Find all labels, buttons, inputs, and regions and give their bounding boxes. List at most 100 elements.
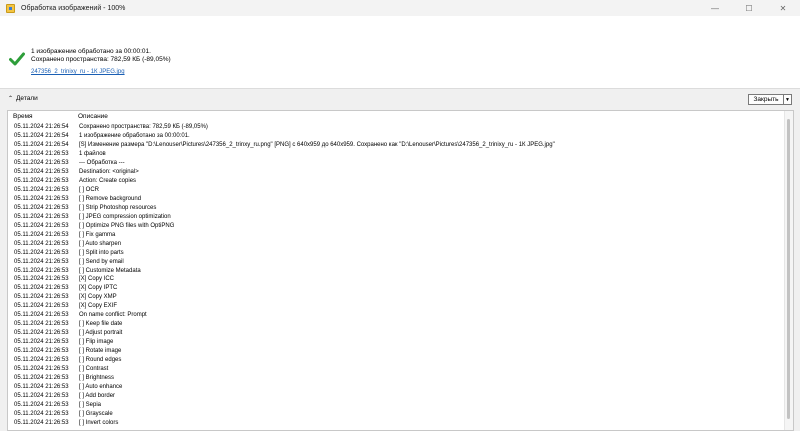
processed-count-text: 1 изображение обработано за 00:00:01.	[31, 48, 151, 55]
minimize-button[interactable]: —	[698, 0, 732, 16]
space-saved-text: Сохранено пространства: 782,59 КБ (-89,0…	[31, 56, 171, 63]
details-toggle-label: Детали	[16, 95, 38, 102]
window-title: Обработка изображений - 100%	[21, 4, 126, 12]
log-row[interactable]: 05.11.2024 21:26:53 [ ] Customize Metadat…	[8, 267, 786, 276]
log-time-cell: 05.11.2024 21:26:53	[14, 411, 69, 417]
log-description-cell: [ ] Invert colors	[79, 419, 119, 426]
log-row[interactable]: 05.11.2024 21:26:53 [ ] Contrast	[8, 365, 786, 374]
log-row[interactable]: 05.11.2024 21:26:53 Action: Create copies	[8, 177, 786, 186]
log-description-cell: [X] Copy IPTC	[79, 285, 118, 292]
log-row[interactable]: 05.11.2024 21:26:53 Destination: <origina…	[8, 168, 786, 177]
log-row[interactable]: 05.11.2024 21:26:54 1 изображение обработ…	[8, 132, 786, 141]
log-description-cell: [ ] Contrast	[79, 366, 109, 373]
vertical-scrollbar[interactable]	[784, 111, 793, 430]
log-description-cell: [ ] Auto enhance	[79, 384, 123, 391]
log-row[interactable]: 05.11.2024 21:26:53 [ ] Split into parts	[8, 249, 786, 258]
close-dropdown-button[interactable]: ▼	[783, 94, 792, 105]
log-description-cell: [ ] OCR	[79, 186, 100, 193]
log-row[interactable]: 05.11.2024 21:26:53 [ ] Grayscale	[8, 410, 786, 419]
log-description-cell: Destination: <original>	[79, 168, 139, 175]
log-time-cell: 05.11.2024 21:26:54	[14, 132, 69, 139]
log-time-cell: 05.11.2024 21:26:53	[14, 195, 69, 202]
column-header-time[interactable]: Время	[8, 111, 73, 122]
log-time-cell: 05.11.2024 21:26:53	[14, 267, 69, 274]
log-row[interactable]: 05.11.2024 21:26:53 [ ] Brightness	[8, 374, 786, 383]
log-row[interactable]: 05.11.2024 21:26:53 [X] Copy EXIF	[8, 302, 786, 311]
log-description-cell: [S] Изменение размера "D:\Lenouser\Pictu…	[79, 141, 555, 148]
log-row[interactable]: 05.11.2024 21:26:53 [ ] Invert colors	[8, 419, 786, 428]
log-header: Время Описание	[8, 111, 786, 122]
log-row[interactable]: 05.11.2024 21:26:53 [ ] Flip image	[8, 338, 786, 347]
log-row[interactable]: 05.11.2024 21:26:53 [ ] Fix gamma	[8, 231, 786, 240]
log-description-cell: Action: Create copies	[79, 177, 137, 184]
maximize-button[interactable]: ☐	[732, 0, 766, 16]
output-file-link[interactable]: 247356_2_trinixy_ru - 1К JPEG.jpg	[31, 69, 125, 75]
log-row[interactable]: 05.11.2024 21:26:53 [ ] Round edges	[8, 356, 786, 365]
scrollbar-thumb[interactable]	[787, 119, 790, 419]
log-row[interactable]: 05.11.2024 21:26:53 [ ] Send by email	[8, 258, 786, 267]
log-time-cell: 05.11.2024 21:26:53	[14, 150, 69, 157]
log-time-cell: 05.11.2024 21:26:53	[14, 402, 69, 409]
log-row[interactable]: 05.11.2024 21:26:53 [ ] Adjust portrait	[8, 329, 786, 338]
log-description-cell: [ ] JPEG compression optimization	[79, 213, 171, 220]
log-row[interactable]: 05.11.2024 21:26:54 [S] Изменение размера…	[8, 141, 786, 150]
log-row[interactable]: 05.11.2024 21:26:53 [ ] Remove background	[8, 195, 786, 204]
log-row[interactable]: 05.11.2024 21:26:53 [ ] JPEG compression …	[8, 213, 786, 222]
log-description-cell: [ ] Split into parts	[79, 249, 124, 256]
log-time-cell: 05.11.2024 21:26:53	[14, 276, 69, 283]
log-time-cell: 05.11.2024 21:26:53	[14, 303, 69, 310]
caret-down-icon: ▼	[785, 96, 790, 103]
log-row[interactable]: 05.11.2024 21:26:53 [ ] Add border	[8, 392, 786, 401]
log-time-cell: 05.11.2024 21:26:53	[14, 240, 69, 247]
log-description-cell: [ ] Keep file date	[79, 321, 123, 328]
log-row[interactable]: 05.11.2024 21:26:53 [X] Copy ICC	[8, 275, 786, 284]
log-time-cell: 05.11.2024 21:26:54	[14, 141, 69, 148]
log-row[interactable]: 05.11.2024 21:26:53 [ ] Auto enhance	[8, 383, 786, 392]
close-button[interactable]: Закрыть	[748, 94, 784, 105]
log-row[interactable]: 05.11.2024 21:26:53 [ ] Sepia	[8, 401, 786, 410]
log-row[interactable]: 05.11.2024 21:26:54 Сохранено пространств…	[8, 123, 786, 132]
log-row[interactable]: 05.11.2024 21:26:53 [X] Copy IPTC	[8, 284, 786, 293]
log-row[interactable]: 05.11.2024 21:26:53 On name conflict: Pro…	[8, 311, 786, 320]
log-time-cell: 05.11.2024 21:26:53	[14, 222, 69, 229]
log-time-cell: 05.11.2024 21:26:53	[14, 330, 69, 337]
log-description-cell: [ ] Send by email	[79, 258, 124, 265]
log-row[interactable]: 05.11.2024 21:26:53 [ ] Keep file date	[8, 320, 786, 329]
log-row[interactable]: 05.11.2024 21:26:53 [ ] Rotate image	[8, 347, 786, 356]
log-time-cell: 05.11.2024 21:26:53	[14, 186, 69, 193]
log-list[interactable]: Время Описание 05.11.2024 21:26:54 Сохран…	[7, 110, 794, 431]
log-time-cell: 05.11.2024 21:26:53	[14, 159, 69, 166]
log-row[interactable]: 05.11.2024 21:26:53 [X] Copy XMP	[8, 293, 786, 302]
log-row[interactable]: 05.11.2024 21:26:53 --- Обработка ---	[8, 159, 786, 168]
log-time-cell: 05.11.2024 21:26:53	[14, 249, 69, 256]
window-controls: — ☐ ✕	[698, 0, 800, 16]
log-description-cell: [ ] Sepia	[79, 402, 102, 409]
log-time-cell: 05.11.2024 21:26:53	[14, 285, 69, 292]
log-time-cell: 05.11.2024 21:26:53	[14, 419, 69, 426]
log-time-cell: 05.11.2024 21:26:53	[14, 213, 69, 220]
log-time-cell: 05.11.2024 21:26:53	[14, 231, 69, 238]
log-time-cell: 05.11.2024 21:26:53	[14, 294, 69, 301]
log-description-cell: [ ] Round edges	[79, 357, 122, 364]
log-time-cell: 05.11.2024 21:26:54	[14, 124, 69, 130]
column-header-description[interactable]: Описание	[73, 111, 108, 122]
log-description-cell: [ ] Auto sharpen	[79, 240, 122, 247]
close-window-button[interactable]: ✕	[766, 0, 800, 16]
log-description-cell: [ ] Strip Photoshop resources	[79, 204, 157, 211]
log-description-cell: [X] Copy XMP	[79, 294, 117, 301]
log-row[interactable]: 05.11.2024 21:26:53 [ ] OCR	[8, 186, 786, 195]
log-row[interactable]: 05.11.2024 21:26:53 [ ] Strip Photoshop r…	[8, 204, 786, 213]
log-row[interactable]: 05.11.2024 21:26:53 1 файлов	[8, 150, 786, 159]
chevron-up-icon: ⌃	[8, 96, 14, 102]
log-time-cell: 05.11.2024 21:26:53	[14, 393, 69, 400]
log-description-cell: On name conflict: Prompt	[79, 312, 147, 319]
log-description-cell: Сохранено пространства: 782,59 КБ (-89,0…	[79, 124, 208, 130]
log-time-cell: 05.11.2024 21:26:53	[14, 312, 69, 319]
log-description-cell: [ ] Optimize PNG files with OptiPNG	[79, 222, 175, 229]
log-description-cell: [ ] Rotate image	[79, 348, 122, 355]
log-row[interactable]: 05.11.2024 21:26:53 [ ] Auto sharpen	[8, 240, 786, 249]
details-toggle[interactable]: ⌃ Детали	[8, 95, 38, 102]
log-description-cell: [ ] Adjust portrait	[79, 330, 123, 337]
log-row[interactable]: 05.11.2024 21:26:53 [ ] Optimize PNG file…	[8, 222, 786, 231]
details-panel: ⌃ Детали Закрыть ▼ Время Описание 05.11.…	[0, 88, 800, 431]
